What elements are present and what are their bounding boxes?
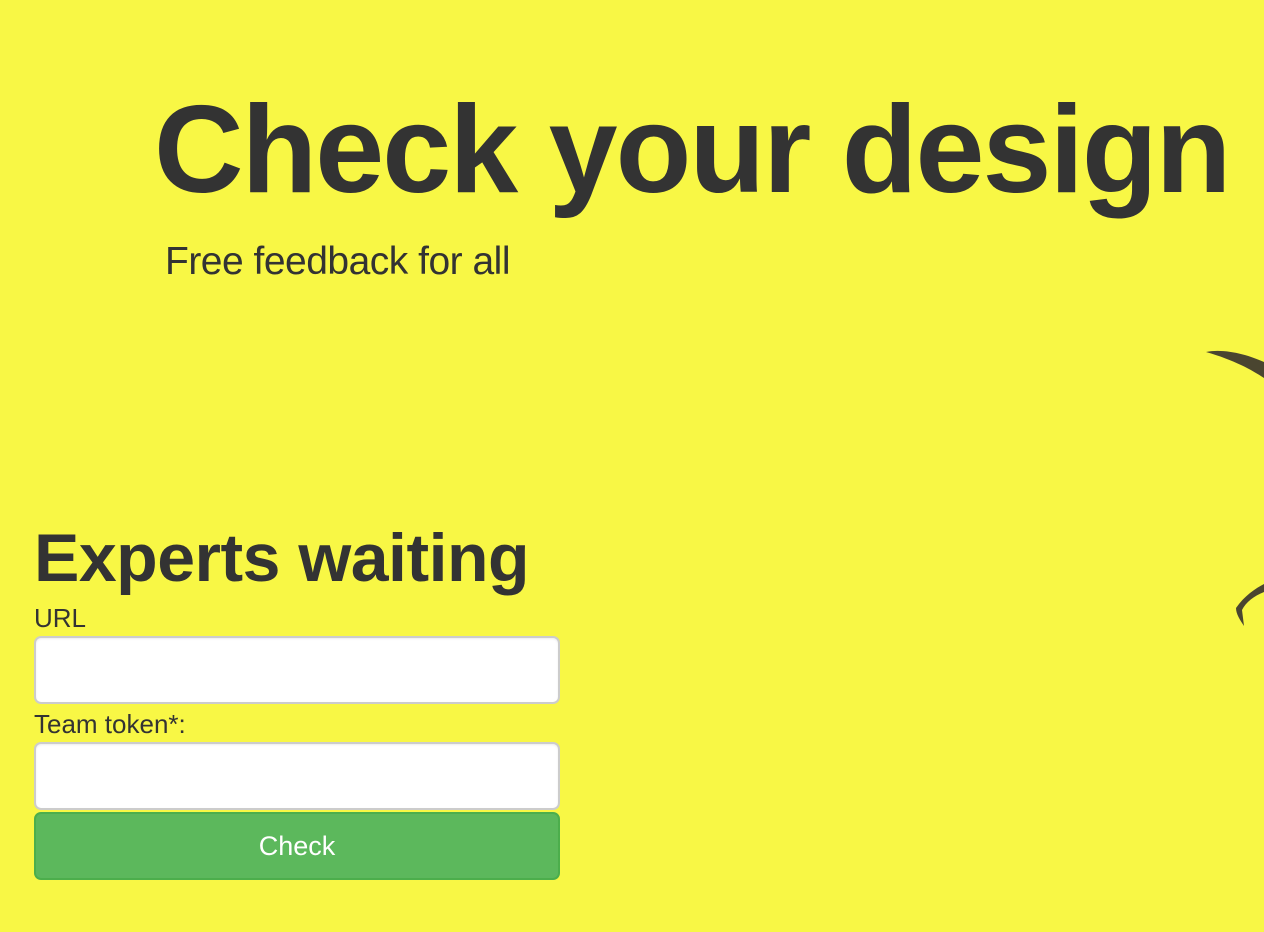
plant-leaves-decoration <box>1206 350 1264 626</box>
leaf-upper <box>1206 350 1264 378</box>
team-token-input[interactable] <box>34 742 560 810</box>
url-label: URL <box>34 603 87 633</box>
page-subtitle: Free feedback for all <box>165 240 511 283</box>
feedback-form: Experts waiting URL Team token*: Check <box>34 518 560 880</box>
team-token-label: Team token*: <box>34 709 186 739</box>
check-button[interactable]: Check <box>34 812 560 880</box>
page-title: Check your design <box>154 81 1231 219</box>
form-heading: Experts waiting <box>34 520 530 596</box>
leaf-lower <box>1236 584 1264 626</box>
url-input[interactable] <box>34 636 560 704</box>
